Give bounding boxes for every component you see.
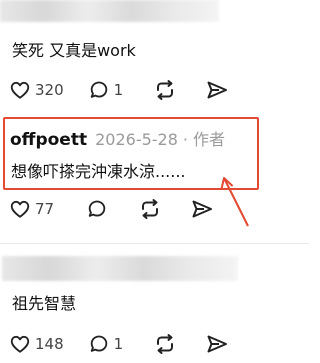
blurred-username-top [0,0,219,22]
share-button[interactable] [205,78,229,102]
post-actions-bottom: 148 1 [9,331,229,357]
comment-icon [88,200,106,217]
like-button[interactable]: 320 [9,79,64,101]
divider [0,243,309,244]
threads-comment-view: 笑死 又真是work 320 1 offpoett 2026-5-28 · 作者… [0,0,309,363]
share-button[interactable] [205,332,229,356]
post-actions-top: 320 1 [9,77,229,103]
comment-text: 想像吓搽完沖凍水涼...... [11,162,186,181]
reply-button[interactable] [86,198,108,220]
repost-button[interactable] [153,332,177,356]
share-icon [207,81,228,99]
comment-actions: 77 [9,196,214,222]
reply-button[interactable]: 1 [88,333,124,355]
blurred-username-bottom [2,256,238,281]
comment-icon [90,335,107,352]
share-button[interactable] [190,197,214,221]
post-text-top: 笑死 又真是work [12,41,136,60]
repost-icon [157,80,174,100]
share-icon [207,335,228,353]
like-button[interactable]: 77 [9,198,54,220]
like-count: 77 [35,200,55,218]
post-text-bottom: 祖先智慧 [12,294,77,313]
repost-button[interactable] [153,78,177,102]
author-tag: 作者 [193,130,226,149]
heart-icon [10,200,30,218]
heart-icon [10,81,30,99]
comment-date: 2026-5-28 [95,130,178,149]
reply-count: 1 [113,335,124,353]
comment-username[interactable]: offpoett [10,130,87,150]
meta-separator: · [182,130,188,149]
heart-icon [10,335,30,353]
like-count: 148 [35,335,64,353]
repost-icon [157,334,174,354]
like-count: 320 [35,81,64,99]
like-button[interactable]: 148 [9,333,64,355]
reply-count: 1 [113,81,124,99]
repost-button[interactable] [138,197,162,221]
comment-header: offpoett 2026-5-28 · 作者 [10,126,225,150]
comment-icon [90,81,107,98]
repost-icon [142,199,159,219]
reply-button[interactable]: 1 [88,79,124,101]
share-icon [192,200,213,218]
